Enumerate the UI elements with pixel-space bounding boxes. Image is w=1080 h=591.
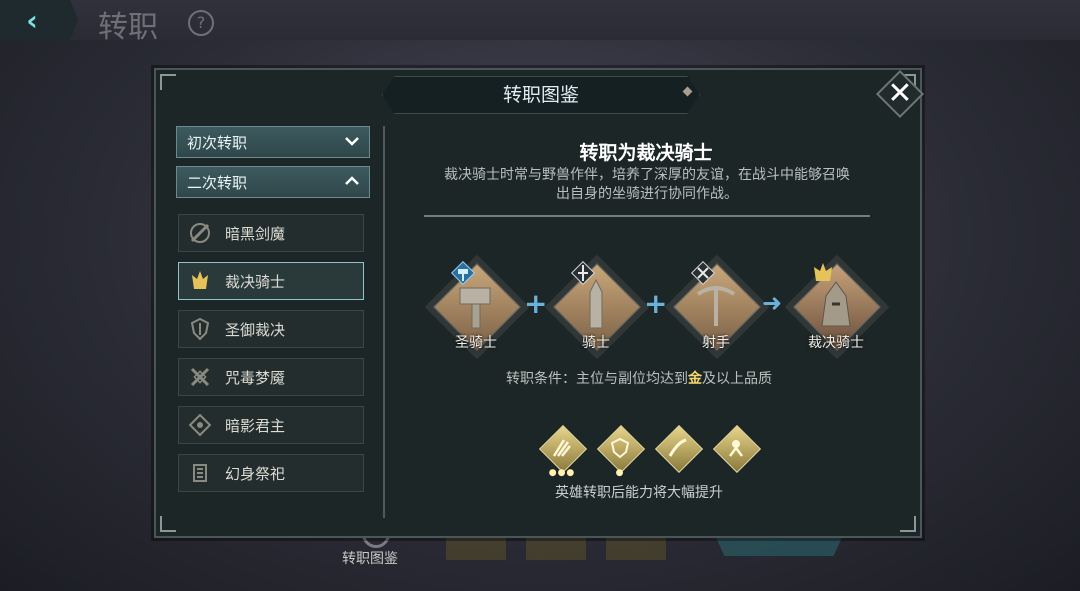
- class-item-label: 暗影君主: [225, 416, 286, 435]
- ability-icon[interactable]: ●: [596, 424, 646, 478]
- back-arrow-icon: ‹: [26, 3, 38, 37]
- pane-divider: [383, 126, 385, 518]
- abilities-caption: 英雄转职后能力将大幅提升: [555, 485, 723, 501]
- codex-button-label[interactable]: 转职图鉴: [342, 548, 398, 568]
- accordion-label: 二次转职: [187, 173, 248, 192]
- rage-skill-icon: [729, 440, 743, 457]
- plus-icon: +: [524, 287, 548, 320]
- ability-stars: ●●●: [548, 468, 576, 478]
- frame-corner: [900, 516, 916, 532]
- input-class-label: 射手: [702, 335, 730, 351]
- input-class-label: 圣骑士: [455, 335, 497, 351]
- class-item-label: 圣御裁决: [225, 320, 286, 339]
- advancement-heading: 转职为裁决骑士: [579, 142, 713, 164]
- eye-icon: [187, 412, 213, 438]
- slash-skill-icon: [668, 438, 687, 457]
- result-class-label: 裁决骑士: [808, 335, 864, 351]
- class-item-curse-nightmare[interactable]: 咒毒梦魇: [178, 358, 364, 396]
- totem-icon: [187, 460, 213, 486]
- input-class-archer[interactable]: 射手: [670, 260, 762, 352]
- class-codex-modal: 转职图鉴 ✕ 初次转职 二次转职 暗黑剑魔 裁决骑士 圣御裁决 咒毒梦魇 暗影君…: [154, 68, 922, 538]
- close-button[interactable]: ✕: [880, 74, 920, 114]
- class-item-dark-swordmaster[interactable]: 暗黑剑魔: [178, 214, 364, 252]
- ability-stars: ●: [615, 468, 625, 478]
- modal-title: 转职图鉴: [382, 76, 700, 114]
- first-advancement-toggle[interactable]: 初次转职: [176, 126, 370, 158]
- class-item-illusion-priest[interactable]: 幻身祭祀: [178, 454, 364, 492]
- ability-icon[interactable]: ●●●: [538, 424, 588, 478]
- screen-title: 转职: [98, 10, 158, 45]
- class-item-label: 裁决骑士: [225, 272, 286, 291]
- input-class-label: 骑士: [582, 335, 610, 351]
- plus-icon: +: [644, 287, 668, 320]
- frame-corner: [160, 516, 176, 532]
- class-item-label: 幻身祭祀: [225, 464, 286, 483]
- chevron-up-icon: [345, 174, 359, 190]
- shield-skill-icon: [610, 437, 630, 459]
- ability-icon[interactable]: [654, 424, 704, 474]
- shadow-badge-icon: [570, 260, 596, 286]
- top-bar: [0, 0, 1080, 40]
- class-item-label: 暗黑剑魔: [225, 224, 286, 243]
- blades-skill-icon: [552, 439, 571, 457]
- frame-corner: [160, 74, 176, 90]
- condition-text: 转职条件：主位与副位均达到: [506, 371, 688, 387]
- crown-icon: [187, 268, 213, 294]
- shadow-badge-icon: [690, 260, 716, 286]
- class-item-shadow-lord[interactable]: 暗影君主: [178, 406, 364, 444]
- sword-icon: [187, 220, 213, 246]
- condition-text: 及以上品质: [702, 371, 772, 387]
- class-item-holy-judge[interactable]: 圣御裁决: [178, 310, 364, 348]
- help-icon[interactable]: ?: [188, 10, 214, 36]
- crown-icon: [814, 263, 832, 281]
- class-item-label: 咒毒梦魇: [225, 368, 286, 387]
- second-advancement-toggle[interactable]: 二次转职: [176, 166, 370, 198]
- separator: [424, 215, 870, 217]
- shield-icon: [187, 316, 213, 342]
- back-button[interactable]: ‹: [0, 0, 78, 40]
- water-badge-icon: [450, 260, 476, 286]
- result-class-judgment-knight[interactable]: 裁决骑士: [790, 260, 882, 352]
- input-class-paladin[interactable]: 圣骑士: [430, 260, 522, 352]
- class-item-judgment-knight[interactable]: 裁决骑士: [178, 262, 364, 300]
- accordion-label: 初次转职: [187, 133, 248, 152]
- input-class-knight[interactable]: 骑士: [550, 260, 642, 352]
- arrow-right-icon: ➜: [762, 289, 783, 317]
- close-icon: ✕: [887, 76, 913, 111]
- condition-quality: 金: [688, 371, 702, 387]
- ability-icon[interactable]: [712, 424, 762, 474]
- advancement-condition: 转职条件：主位与副位均达到金及以上品质: [392, 368, 886, 388]
- chevron-down-icon: [345, 134, 359, 150]
- crossed-blades-icon: [187, 364, 213, 390]
- class-description: 裁决骑士时常与野兽作伴，培养了深厚的友谊，在战斗中能够召唤出自身的坐骑进行协同作…: [444, 167, 850, 202]
